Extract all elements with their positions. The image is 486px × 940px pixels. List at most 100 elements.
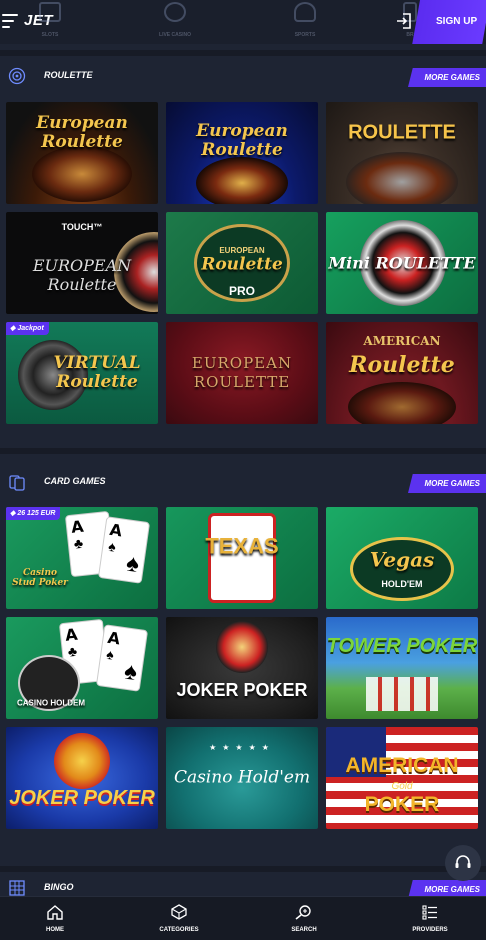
nav-slots-label: SLOTS [41, 32, 59, 38]
search-icon [295, 905, 311, 920]
game-tile[interactable]: Mini ROULETTE [326, 212, 478, 314]
stars-decoration: ★★★★★ [209, 743, 275, 752]
game-title: Roulette [349, 351, 455, 378]
game-title: Casino Hold'em [173, 767, 311, 788]
bottom-nav-label: HOME [46, 927, 64, 933]
game-tile[interactable]: European Roulette [6, 102, 158, 204]
more-games-label: MORE GAMES [424, 73, 480, 82]
game-title: Mini ROULETTE [328, 253, 476, 273]
game-title: Vegas [369, 547, 435, 572]
game-tile[interactable]: EUROPEAN ROULETTE [166, 322, 318, 424]
section-title: BINGO [44, 882, 74, 892]
game-tile[interactable]: A ♣ A ♠ ♠ ◆ 26 125 EUR Casino Stud Poker [6, 507, 158, 609]
game-subtitle: TOUCH™ [61, 222, 103, 232]
game-tile[interactable]: JOKER POKER [166, 617, 318, 719]
joker-image [216, 621, 268, 673]
game-title: Roulette [201, 254, 283, 275]
joker-image [54, 733, 110, 789]
game-tile[interactable]: EUROPEAN Roulette PRO [166, 212, 318, 314]
game-tile[interactable]: ◆ Jackpot VIRTUAL Roulette [6, 322, 158, 424]
game-title: VIRTUAL Roulette [53, 353, 141, 392]
game-tile[interactable]: European Roulette [166, 102, 318, 204]
game-subtitle: AMERICAN [363, 334, 441, 348]
roulette-icon [8, 67, 26, 85]
nav-live-casino-label: LIVE CASINO [159, 32, 191, 38]
game-title: TOWER POKER [326, 634, 478, 657]
jackpot-badge-label: Jackpot [17, 325, 44, 332]
game-title: European Roulette [36, 112, 128, 152]
game-title: European Roulette [196, 120, 288, 160]
game-tile[interactable]: TOWER POKER [326, 617, 478, 719]
menu-icon[interactable] [2, 14, 18, 28]
sports-icon [294, 2, 316, 22]
bottom-nav-search[interactable]: SEARCH [259, 897, 349, 940]
top-header: JET SLOTS LIVE CASINO SPORTS BR SIGN UP [0, 0, 486, 44]
game-title: JOKER POKER [9, 787, 155, 810]
bingo-icon [9, 880, 25, 896]
game-tile[interactable]: ★★★★★ Casino Hold'em [166, 727, 318, 829]
game-subtitle-2: PRO [228, 284, 255, 298]
game-title: AMERICAN [345, 753, 459, 777]
game-title: JOKER POKER [176, 680, 308, 701]
login-icon[interactable] [395, 12, 413, 30]
card-soldiers-image [366, 677, 438, 711]
game-tile[interactable]: TEXAS HOLD'EM [166, 507, 318, 609]
game-tile[interactable]: AMERICAN Gold POKER [326, 727, 478, 829]
game-title: EUROPEAN Roulette [32, 256, 132, 295]
signup-label: SIGN UP [436, 16, 478, 27]
game-tile[interactable]: A ♣ A ♠ ♠ CASINO HOLDEM [6, 617, 158, 719]
game-tile[interactable]: ROULETTE [326, 102, 478, 204]
jackpot-badge: ◆ 26 125 EUR [6, 507, 61, 520]
more-games-label: MORE GAMES [424, 885, 480, 894]
divider [0, 866, 486, 872]
bottom-nav-label: CATEGORIES [159, 927, 199, 933]
game-tile[interactable]: TOUCH™ EUROPEAN Roulette [6, 212, 158, 314]
roulette-wheel-image [346, 152, 458, 204]
bottom-nav-home[interactable]: HOME [10, 897, 100, 940]
support-button[interactable] [445, 845, 481, 881]
game-tile[interactable]: JOKER POKER [6, 727, 158, 829]
bottom-nav-label: SEARCH [291, 927, 317, 933]
nav-live-casino[interactable]: LIVE CASINO [150, 0, 200, 44]
section-title: ROULETTE [44, 70, 93, 80]
categories-icon [171, 904, 187, 920]
jackpot-badge: ◆ Jackpot [6, 322, 49, 335]
headset-icon [455, 855, 471, 868]
bottom-nav-categories[interactable]: CATEGORIES [134, 897, 224, 940]
divider [0, 448, 486, 454]
app-page: JET SLOTS LIVE CASINO SPORTS BR SIGN UP [0, 0, 486, 940]
providers-icon [422, 905, 437, 920]
divider [0, 50, 486, 56]
bottom-nav-providers[interactable]: PROVIDERS [385, 897, 475, 940]
section-card-games: CARD GAMES MORE GAMES A ♣ A ♠ ♠ ◆ 26 125 EU… [0, 468, 486, 858]
game-subtitle: Gold [391, 781, 413, 792]
nav-sports[interactable]: SPORTS [285, 0, 325, 44]
roulette-wheel-image [348, 382, 456, 424]
section-header: CARD GAMES MORE GAMES [0, 468, 486, 498]
game-title: CASINO HOLDEM [17, 698, 85, 708]
bottom-nav: HOME CATEGORIES SEARCH PROVIDERS [0, 896, 486, 940]
section-roulette: ROULETTE MORE GAMES European Roulette Eu… [0, 62, 486, 432]
cards-icon [9, 475, 25, 491]
section-header: ROULETTE MORE GAMES [0, 62, 486, 92]
game-title: TEXAS [205, 533, 279, 559]
game-subtitle: HOLD'EM [381, 579, 423, 589]
nav-slots[interactable]: SLOTS [30, 0, 70, 44]
bottom-nav-label: PROVIDERS [412, 927, 448, 933]
ace-card-image: A ♠ ♠ [95, 624, 149, 692]
home-icon [47, 905, 63, 920]
game-title-2: POKER [364, 792, 440, 816]
game-title: Casino Stud Poker [12, 568, 68, 589]
more-games-label: MORE GAMES [424, 479, 480, 488]
game-subtitle: HOLD'EM [221, 571, 263, 581]
nav-sports-label: SPORTS [294, 32, 316, 38]
game-tile[interactable]: Vegas HOLD'EM [326, 507, 478, 609]
game-title: ROULETTE [348, 121, 456, 144]
game-tile[interactable]: AMERICAN Roulette [326, 322, 478, 424]
roulette-wheel-image [32, 146, 132, 202]
section-title: CARD GAMES [44, 476, 106, 486]
slots-icon [39, 2, 61, 22]
ace-card-image: A ♠ ♠ [97, 516, 151, 584]
jackpot-badge-label: 26 125 EUR [17, 510, 56, 517]
live-casino-icon [164, 2, 186, 22]
